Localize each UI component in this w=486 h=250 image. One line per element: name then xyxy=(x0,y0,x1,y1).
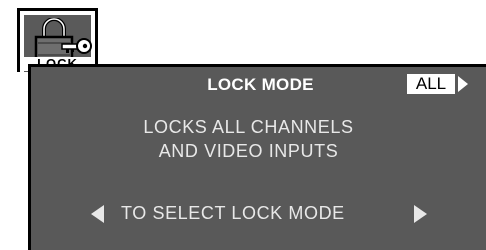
select-instruction-text: TO SELECT LOCK MODE xyxy=(121,203,345,223)
panel-title-text: LOCK MODE xyxy=(207,75,314,94)
select-instruction-row: TO SELECT LOCK MODE xyxy=(31,201,486,225)
description-line-2: AND VIDEO INPUTS xyxy=(158,141,339,161)
lock-mode-value[interactable]: ALL xyxy=(407,74,455,94)
lock-mode-panel: LOCK MODE ALL LOCKS ALL CHANNELS AND VID… xyxy=(28,64,486,250)
arrow-left-icon[interactable] xyxy=(91,205,104,223)
mode-next-arrow-icon[interactable] xyxy=(458,76,468,92)
mode-description: LOCKS ALL CHANNELS AND VIDEO INPUTS xyxy=(31,115,466,163)
osd-screen: LOCK LOCK MODE ALL LOCKS ALL CHANNELS AN… xyxy=(0,0,486,250)
description-line-1: LOCKS ALL CHANNELS xyxy=(143,117,354,137)
lock-menu-tab[interactable]: LOCK xyxy=(17,8,98,72)
arrow-right-icon[interactable] xyxy=(414,205,427,223)
